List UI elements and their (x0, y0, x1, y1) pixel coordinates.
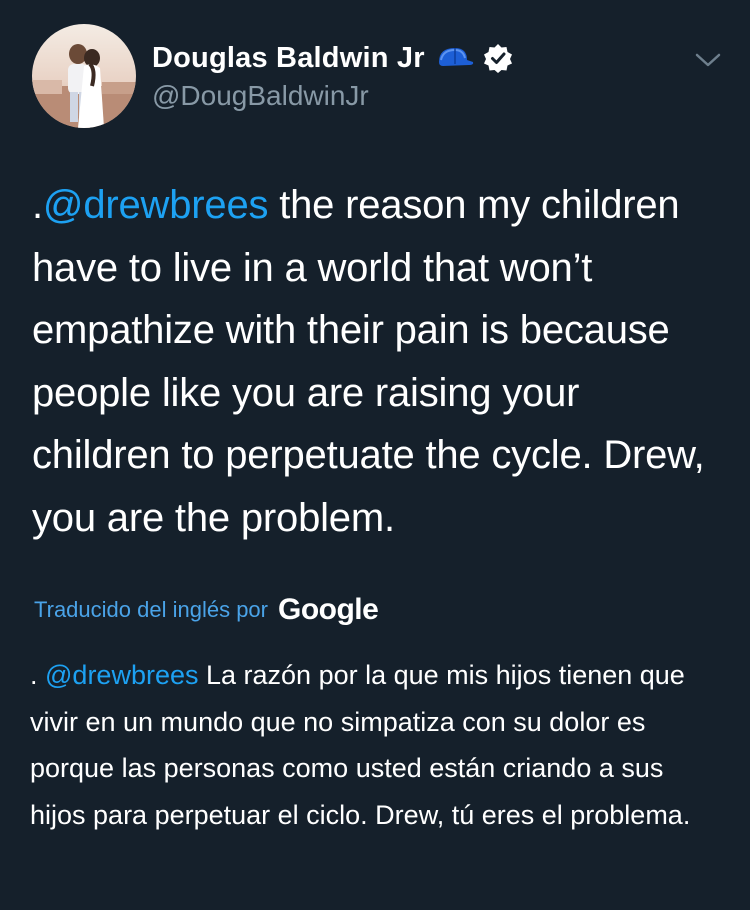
chevron-down-icon[interactable] (692, 44, 724, 76)
mention-link[interactable]: @drewbrees (43, 183, 269, 227)
google-logo: Google (278, 593, 379, 626)
display-name-row: Douglas Baldwin Jr (152, 38, 513, 78)
verified-icon (483, 43, 513, 73)
translation-attribution: Traducido del inglés por Google (34, 588, 379, 632)
tweet-body: the reason my children have to live in a… (32, 183, 705, 540)
tweet: Douglas Baldwin Jr @DougBaldwinJr .@drew… (0, 0, 750, 910)
tweet-text: .@drewbrees the reason my children have … (32, 174, 722, 549)
translated-label[interactable]: Traducido del inglés por (34, 597, 268, 623)
avatar[interactable] (32, 24, 136, 128)
display-name[interactable]: Douglas Baldwin Jr (152, 42, 425, 75)
translation-prefix: . (30, 660, 46, 690)
translation-text: . @drewbrees La razón por la que mis hij… (30, 652, 720, 838)
user-handle[interactable]: @DougBaldwinJr (152, 80, 369, 112)
avatar-photo (32, 24, 136, 128)
translation-mention-link[interactable]: @drewbrees (45, 660, 198, 690)
cap-icon (435, 44, 475, 72)
tweet-prefix: . (32, 183, 43, 227)
